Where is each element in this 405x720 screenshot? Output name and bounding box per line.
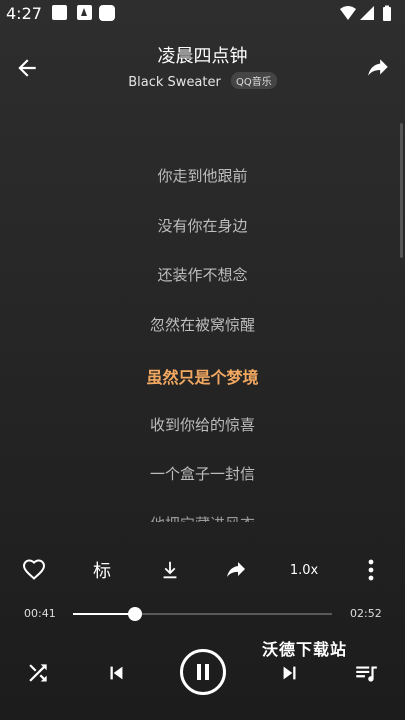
share-icon [368, 59, 388, 76]
lyric-line[interactable]: 一个盒子一封信 [0, 463, 405, 484]
download-button[interactable] [156, 555, 184, 585]
song-title: 凌晨四点钟 [157, 46, 248, 67]
song-subline: Black Sweater QQ音乐 [0, 72, 405, 90]
lyric-line[interactable]: 还装作不想念 [0, 264, 405, 285]
source-tag: QQ音乐 [230, 72, 277, 89]
playlist-button[interactable] [352, 659, 380, 687]
skip-next-icon [283, 666, 296, 680]
status-icons [340, 5, 391, 21]
more-vert-icon [368, 559, 374, 581]
lyric-line[interactable]: 他把它藏进风衣 [0, 513, 405, 522]
notification-app-icon [99, 5, 115, 21]
artist-name[interactable]: Black Sweater [128, 75, 221, 90]
battery-icon [383, 7, 391, 21]
duration-time: 02:52 [350, 607, 382, 620]
speed-button[interactable]: 1.0x [286, 555, 322, 585]
download-icon [163, 561, 177, 579]
watermark-text: 沃德下载站 [262, 640, 348, 659]
shuffle-icon [29, 664, 47, 682]
skip-previous-icon [110, 666, 123, 680]
signal-icon [360, 6, 374, 20]
status-time: 4:27 [6, 4, 42, 23]
wifi-icon [340, 6, 356, 20]
share-action-button[interactable] [222, 555, 250, 585]
notification-icon [52, 5, 67, 20]
more-button[interactable] [360, 555, 382, 585]
lyrics-panel[interactable]: 你走到他跟前 没有你在身边 还装作不想念 忽然在被窝惊醒 虽然只是个梦境 收到你给的惊喜一… [0, 150, 405, 522]
progress-fill [73, 613, 136, 615]
lyric-line[interactable]: 没有你在身边 [0, 215, 405, 236]
progress-thumb[interactable] [128, 607, 143, 621]
pause-icon [197, 664, 209, 680]
playlist-icon [356, 666, 377, 682]
lyric-line-current[interactable]: 虽然只是个梦境 [0, 364, 405, 388]
current-time: 00:41 [24, 607, 56, 620]
favorite-button[interactable] [20, 555, 48, 585]
share-button[interactable] [365, 55, 391, 81]
pause-button[interactable] [180, 649, 226, 695]
mark-button[interactable]: 标 [88, 555, 116, 585]
status-bar: 4:27 [0, 0, 405, 28]
notification-a-icon [77, 5, 92, 20]
lyric-line[interactable]: 收到你给的惊喜 [0, 414, 405, 435]
next-button[interactable] [276, 659, 304, 687]
lyrics-scrollbar[interactable] [400, 123, 403, 258]
progress-slider[interactable] [73, 607, 332, 621]
lyric-line[interactable]: 忽然在被窝惊醒 [0, 314, 405, 335]
shuffle-button[interactable] [24, 659, 52, 687]
previous-button[interactable] [102, 659, 130, 687]
share-icon [227, 562, 245, 577]
heart-icon [22, 559, 46, 580]
lyric-line[interactable]: 你走到他跟前 [0, 165, 405, 186]
